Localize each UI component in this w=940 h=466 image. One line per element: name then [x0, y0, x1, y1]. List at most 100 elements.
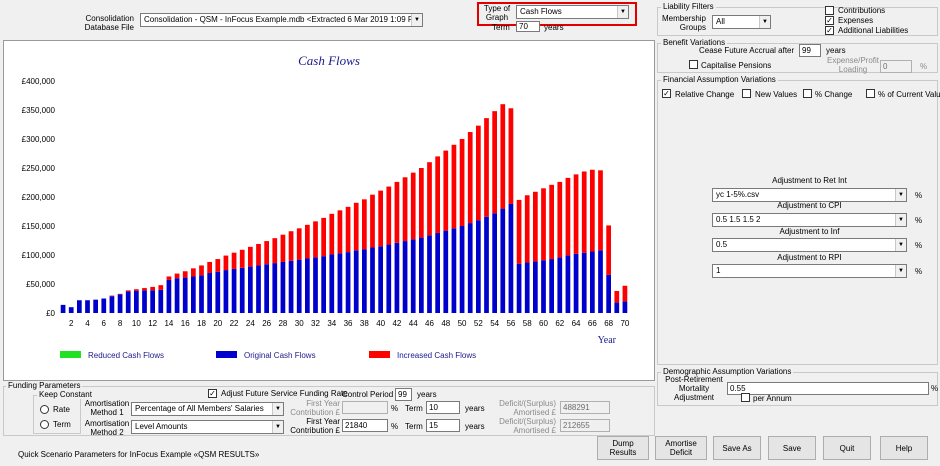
- bar-increased: [247, 246, 253, 267]
- bar-original: [467, 223, 473, 313]
- bar-original: [557, 257, 563, 313]
- membership-groups-label: Membership Groups: [661, 14, 706, 32]
- percent-change-label: % Change: [815, 90, 853, 99]
- adjustment-rpi-unit: %: [915, 267, 923, 276]
- relative-change-label: Relative Change: [675, 90, 735, 99]
- save-button[interactable]: Save: [768, 436, 816, 460]
- capitalise-pensions-checkbox[interactable]: [689, 60, 698, 69]
- chevron-down-icon[interactable]: ▼: [895, 214, 906, 226]
- bar-original: [68, 307, 74, 313]
- bar-increased: [345, 206, 351, 253]
- bar-original: [199, 275, 204, 313]
- adjustment-inf-label: Adjustment to Inf: [779, 227, 840, 236]
- bar-original: [150, 290, 156, 313]
- bar-increased: [557, 181, 563, 258]
- term-2-label: Term: [405, 422, 423, 431]
- chevron-down-icon[interactable]: ▼: [759, 16, 770, 28]
- expense-loading-input[interactable]: 0: [880, 60, 912, 73]
- bar-original: [174, 278, 180, 313]
- bar-increased: [386, 186, 392, 245]
- new-values-checkbox[interactable]: [742, 89, 751, 98]
- term-1-unit: years: [465, 404, 485, 413]
- save-as-button[interactable]: Save As: [713, 436, 761, 460]
- adjustment-rpi-select[interactable]: 1 ▼: [712, 264, 907, 278]
- adjustment-inf-select[interactable]: 0.5 ▼: [712, 238, 907, 252]
- expense-loading-label: Expense/Profit Loading: [826, 56, 880, 74]
- amortise-deficit-button[interactable]: Amortise Deficit: [655, 436, 707, 460]
- term-1-label: Term: [405, 404, 423, 413]
- adjustment-rpi-label: Adjustment to RPI: [777, 253, 842, 262]
- adjustment-ret-int-value: yc 1-5%.csv: [716, 190, 760, 199]
- bar-original: [573, 253, 579, 313]
- chevron-down-icon[interactable]: ▼: [272, 421, 283, 433]
- chevron-down-icon[interactable]: ▼: [895, 265, 906, 277]
- graph-type-value: Cash Flows: [520, 7, 562, 16]
- first-year-contribution-1-input[interactable]: [342, 401, 388, 414]
- amortisation-method-2-select[interactable]: Level Amounts ▼: [131, 420, 284, 434]
- relative-change-checkbox[interactable]: ✓: [662, 89, 671, 98]
- first-year-contribution-2-input[interactable]: 21840: [342, 419, 388, 432]
- bar-original: [182, 277, 188, 313]
- per-annum-checkbox[interactable]: [741, 393, 750, 402]
- liability-filters-title: Liability Filters: [661, 2, 716, 11]
- quit-button[interactable]: Quit: [823, 436, 871, 460]
- term-label: Term: [492, 23, 510, 32]
- adjustment-cpi-select[interactable]: 0.5 1.5 1.5 2 ▼: [712, 213, 907, 227]
- help-button[interactable]: Help: [880, 436, 928, 460]
- chevron-down-icon[interactable]: ▼: [272, 403, 283, 415]
- bar-original: [280, 261, 286, 313]
- adjust-future-service-checkbox[interactable]: ✓: [208, 389, 217, 398]
- additional-liabilities-checkbox[interactable]: ✓: [825, 26, 834, 35]
- expense-loading-unit: %: [920, 62, 928, 71]
- percent-change-checkbox[interactable]: [803, 89, 812, 98]
- consolidation-database-select[interactable]: Consolidation - QSM - InFocus Example.md…: [140, 13, 423, 27]
- bar-original: [598, 250, 603, 313]
- membership-groups-value: All: [716, 17, 725, 26]
- expenses-checkbox[interactable]: ✓: [825, 16, 834, 25]
- bar-original: [370, 247, 375, 313]
- graph-type-select[interactable]: Cash Flows ▼: [516, 5, 629, 19]
- bar-original: [190, 276, 196, 313]
- term-radio[interactable]: [40, 420, 49, 429]
- term-1-input[interactable]: 10: [426, 401, 460, 414]
- bar-increased: [484, 118, 489, 217]
- membership-groups-select[interactable]: All ▼: [712, 15, 771, 29]
- x-tick-label: 26: [262, 319, 271, 328]
- chevron-down-icon[interactable]: ▼: [411, 14, 422, 26]
- amortisation-method-1-select[interactable]: Percentage of All Members' Salaries ▼: [131, 402, 284, 416]
- chevron-down-icon[interactable]: ▼: [895, 239, 906, 251]
- bar-increased: [451, 144, 457, 229]
- chevron-down-icon[interactable]: ▼: [895, 189, 906, 201]
- x-tick-label: 38: [360, 319, 369, 328]
- contributions-label: Contributions: [838, 6, 886, 15]
- bar-increased: [402, 177, 408, 242]
- bar-increased: [321, 217, 327, 257]
- x-tick-label: 22: [230, 319, 239, 328]
- bar-increased: [256, 243, 261, 266]
- dump-results-button[interactable]: Dump Results: [597, 436, 649, 460]
- x-tick-label: 12: [148, 319, 157, 328]
- bar-increased: [467, 132, 473, 224]
- cease-accrual-input[interactable]: 99: [799, 44, 821, 57]
- rate-radio[interactable]: [40, 405, 49, 414]
- control-period-unit: years: [417, 390, 437, 399]
- bar-original: [549, 259, 555, 313]
- bar-increased: [532, 191, 538, 262]
- term-2-input[interactable]: 15: [426, 419, 460, 432]
- bar-original: [524, 262, 530, 313]
- term-input[interactable]: 70: [516, 21, 540, 32]
- rate-radio-label: Rate: [53, 405, 70, 414]
- bar-original: [475, 220, 481, 313]
- chevron-down-icon[interactable]: ▼: [617, 6, 628, 18]
- bar-original: [606, 274, 612, 313]
- control-period-input[interactable]: 99: [395, 388, 412, 401]
- bar-increased: [492, 111, 498, 214]
- percent-current-value-checkbox[interactable]: [866, 89, 875, 98]
- legend-label: Increased Cash Flows: [397, 351, 476, 360]
- bar-increased: [598, 170, 603, 251]
- contributions-checkbox[interactable]: [825, 6, 834, 15]
- adjustment-ret-int-select[interactable]: yc 1-5%.csv ▼: [712, 188, 907, 202]
- bar-increased: [215, 259, 221, 272]
- bar-original: [386, 244, 392, 313]
- bar-original: [402, 241, 408, 313]
